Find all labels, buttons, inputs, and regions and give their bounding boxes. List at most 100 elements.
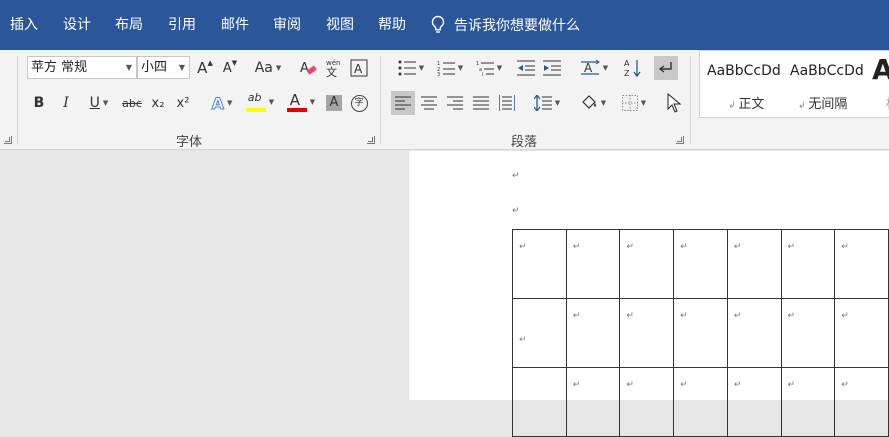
subscript-button[interactable]: x₂ [147, 91, 169, 115]
table-cell[interactable]: ↵ [780, 367, 836, 437]
highlight-color-button[interactable]: ab ▼ [243, 90, 277, 114]
grow-font-button[interactable]: A ▲ [194, 56, 216, 80]
svg-text:i: i [482, 72, 483, 76]
align-right-icon [447, 96, 463, 110]
font-color-icon: A [286, 91, 307, 113]
align-left-button[interactable] [391, 91, 415, 115]
paragraph-group-label: 段落 [511, 135, 538, 150]
highlighter-icon: ab [245, 91, 266, 113]
paragraph-mark-icon [658, 62, 672, 73]
numbering-button[interactable]: 1 2 3 ▼ [432, 56, 468, 80]
table-cell[interactable]: ↵ [780, 298, 836, 368]
bullets-button[interactable]: ▼ [393, 56, 429, 80]
underline-button[interactable]: U ▼ [82, 91, 116, 115]
table-cell[interactable]: ↵ [726, 298, 782, 368]
italic-button[interactable]: I [55, 91, 77, 115]
shrink-font-button[interactable]: A ▼ [219, 56, 241, 80]
show-hide-marks-button[interactable] [654, 56, 678, 80]
chinese-layout-button[interactable]: A ▼ [576, 56, 612, 80]
enclose-characters-button[interactable]: 字 [348, 91, 370, 115]
paragraph-dialog-launcher-icon[interactable] [676, 136, 684, 144]
table-cell[interactable] [512, 367, 567, 437]
table-cell[interactable]: ↵ [565, 298, 621, 368]
character-border-button[interactable]: A [348, 56, 370, 80]
font-name-combo[interactable]: 苹方 常规 ▼ [27, 56, 137, 79]
table-cell[interactable]: ↵ [726, 229, 782, 299]
multilevel-list-button[interactable]: 1 a i ▼ [471, 56, 507, 80]
tab-insert[interactable]: 插入 [10, 15, 38, 35]
font-size-combo[interactable]: 小四 ▼ [137, 56, 190, 79]
distributed-button[interactable] [496, 91, 518, 115]
table-cell[interactable]: ↵ [512, 298, 567, 368]
font-size-value: 小四 [141, 60, 168, 75]
paragraph-shading-button[interactable]: ▼ [575, 91, 611, 115]
increase-indent-button[interactable] [541, 56, 563, 80]
svg-text:A: A [624, 59, 630, 68]
chevron-down-icon: ▼ [457, 64, 464, 72]
font-color-button[interactable]: A ▼ [283, 90, 319, 114]
document-page[interactable]: ↵ ↵ ↵ ↵ ↵ ↵ ↵ ↵ ↵ ↵ ↵ ↵ ↵ ↵ ↵ ↵ ↵ ↵ ↵ ↵ … [409, 151, 889, 437]
table-cell[interactable]: ↵ [619, 298, 675, 368]
font-group-label: 字体 [176, 135, 203, 150]
table-cell[interactable]: ↵ [780, 229, 836, 299]
change-case-button[interactable]: Aa ▼ [251, 56, 285, 80]
strikethrough-button[interactable]: abc [120, 91, 144, 115]
table-cell[interactable]: ↵ [565, 367, 621, 437]
table-cell[interactable]: ↵ [673, 229, 728, 299]
tab-view[interactable]: 视图 [326, 15, 354, 35]
tab-mailings[interactable]: 邮件 [221, 15, 249, 35]
document-table[interactable]: ↵ ↵ ↵ ↵ ↵ ↵ ↵ ↵ ↵ ↵ ↵ ↵ ↵ ↵ ↵ ↵ ↵ ↵ ↵ ↵ [512, 229, 889, 437]
clipboard-dialog-launcher-icon[interactable] [4, 136, 12, 144]
chinese-layout-icon: A [580, 59, 600, 75]
table-cell[interactable]: ↵ [512, 229, 567, 299]
character-shading-button[interactable]: A [323, 91, 345, 115]
tab-help[interactable]: 帮助 [378, 15, 406, 35]
tell-me-search[interactable]: 告诉我你想要做什么 [430, 14, 580, 36]
sort-button[interactable]: A Z [622, 56, 644, 80]
table-cell[interactable]: ↵ [673, 298, 728, 368]
style-normal-sample[interactable]: AaBbCcDd [707, 63, 781, 79]
tab-review[interactable]: 审阅 [273, 15, 301, 35]
align-center-button[interactable] [418, 91, 440, 115]
style-no-spacing[interactable]: ↲ 无间隔 [798, 93, 847, 112]
line-spacing-button[interactable]: ▼ [530, 91, 564, 115]
chevron-down-icon: ▼ [602, 64, 609, 72]
table-cell[interactable]: ↵ [565, 229, 621, 299]
decrease-indent-button[interactable] [515, 56, 537, 80]
superscript-button[interactable]: x² [172, 91, 194, 115]
tab-layout[interactable]: 布局 [115, 15, 143, 35]
table-cell[interactable]: ↵ [834, 298, 889, 368]
align-right-button[interactable] [444, 91, 466, 115]
mouse-cursor-icon [665, 91, 683, 115]
phonetic-guide-button[interactable]: wén 文 [322, 56, 344, 80]
lightbulb-icon [431, 15, 445, 33]
tab-design[interactable]: 设计 [63, 15, 91, 35]
text-effects-button[interactable]: A ▼ [206, 91, 238, 115]
style-no-spacing-sample[interactable]: AaBbCcDd [790, 63, 864, 79]
svg-text:A: A [300, 61, 309, 76]
underline-icon: U [89, 95, 100, 111]
chevron-down-icon: ▼ [600, 99, 607, 107]
separator [690, 56, 691, 144]
table-cell[interactable]: ↵ [726, 367, 782, 437]
style-heading-sample[interactable]: A [872, 53, 889, 86]
borders-button[interactable]: ▼ [616, 91, 652, 115]
table-cell[interactable]: ↵ [834, 367, 889, 437]
table-cell[interactable]: ↵ [673, 367, 728, 437]
enclose-characters-icon: 字 [350, 94, 368, 112]
chevron-down-icon: ▼ [496, 64, 503, 72]
chevron-down-icon: ▼ [125, 63, 132, 72]
clear-formatting-button[interactable]: A [297, 56, 319, 80]
tab-references[interactable]: 引用 [168, 15, 196, 35]
table-cell[interactable]: ↵ [619, 367, 675, 437]
table-cell[interactable]: ↵ [834, 229, 889, 299]
table-cell[interactable]: ↵ [619, 229, 675, 299]
style-normal[interactable]: ↲ 正文 [728, 93, 764, 112]
ribbon-tab-bar: 插入 设计 布局 引用 邮件 审阅 视图 帮助 告诉我你想要做什么 [0, 0, 889, 50]
font-name-value: 苹方 常规 [31, 60, 88, 75]
font-dialog-launcher-icon[interactable] [367, 136, 375, 144]
chevron-down-icon: ▼ [275, 64, 282, 72]
bold-button[interactable]: B [28, 91, 50, 115]
justify-button[interactable] [470, 91, 492, 115]
svg-text:A: A [584, 61, 593, 75]
